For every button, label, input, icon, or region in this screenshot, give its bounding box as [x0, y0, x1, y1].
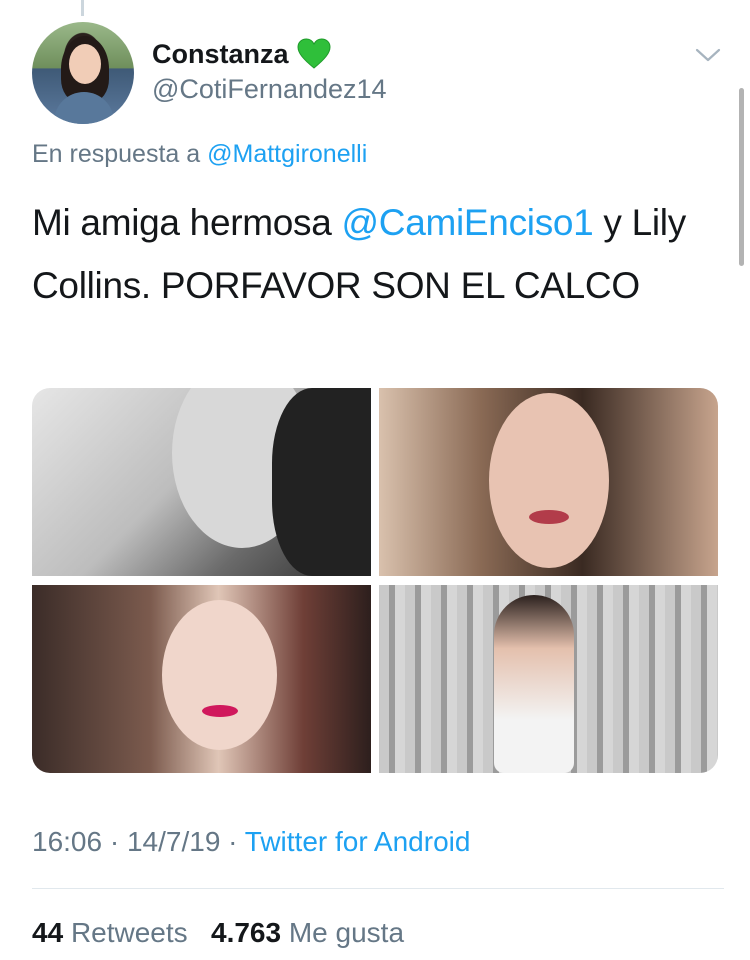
tweet-mention-link[interactable]: @CamiEnciso1: [342, 202, 594, 243]
tweet-detail: Constanza @CotiFernandez14 En respuesta …: [0, 0, 750, 960]
likes-stat[interactable]: 4.763 Me gusta: [211, 917, 404, 948]
media-photo-4[interactable]: [379, 585, 718, 773]
meta-separator: ·: [228, 826, 245, 857]
tweet-source-link[interactable]: Twitter for Android: [245, 826, 471, 857]
retweets-label: Retweets: [70, 917, 188, 948]
thread-connector-line: [81, 0, 84, 16]
avatar-shirt: [54, 92, 114, 124]
photo-hair: [272, 388, 371, 576]
photo-face: [162, 600, 277, 750]
tweet-meta: 16:06 · 14/7/19 · Twitter for Android: [32, 826, 470, 858]
retweets-stat[interactable]: 44 Retweets: [32, 917, 188, 948]
meta-separator: ·: [109, 826, 127, 857]
tweet-text: Mi amiga hermosa @CamiEnciso1 y Lily Col…: [32, 191, 712, 317]
tweet-text-before: Mi amiga hermosa: [32, 202, 342, 243]
retweets-count: 44: [32, 917, 64, 948]
likes-label: Me gusta: [288, 917, 405, 948]
user-handle[interactable]: @CotiFernandez14: [152, 74, 387, 105]
photo-lips: [529, 510, 569, 524]
reply-mention-link[interactable]: @Mattgironelli: [207, 140, 367, 168]
user-display-name[interactable]: Constanza: [152, 38, 331, 70]
divider: [32, 888, 724, 889]
tweet-time: 16:06: [32, 826, 103, 857]
likes-count: 4.763: [211, 917, 282, 948]
tweet-stats: 44 Retweets 4.763 Me gusta: [32, 917, 404, 949]
media-photo-3[interactable]: [32, 585, 371, 773]
photo-figure: [494, 595, 574, 773]
tweet-date: 14/7/19: [126, 826, 221, 857]
media-photo-2[interactable]: [379, 388, 718, 576]
media-photo-1[interactable]: [32, 388, 371, 576]
green-heart-icon: [297, 38, 331, 70]
photo-face: [489, 393, 609, 568]
avatar-face: [69, 44, 101, 84]
chevron-down-icon[interactable]: [695, 45, 721, 65]
media-grid: [32, 388, 718, 773]
display-name-text: Constanza: [152, 38, 289, 69]
scrollbar[interactable]: [739, 88, 744, 266]
reply-context: En respuesta a @Mattgironelli: [32, 140, 367, 169]
avatar[interactable]: [32, 22, 134, 124]
reply-prefix: En respuesta a: [32, 140, 201, 168]
photo-lips: [202, 705, 238, 717]
